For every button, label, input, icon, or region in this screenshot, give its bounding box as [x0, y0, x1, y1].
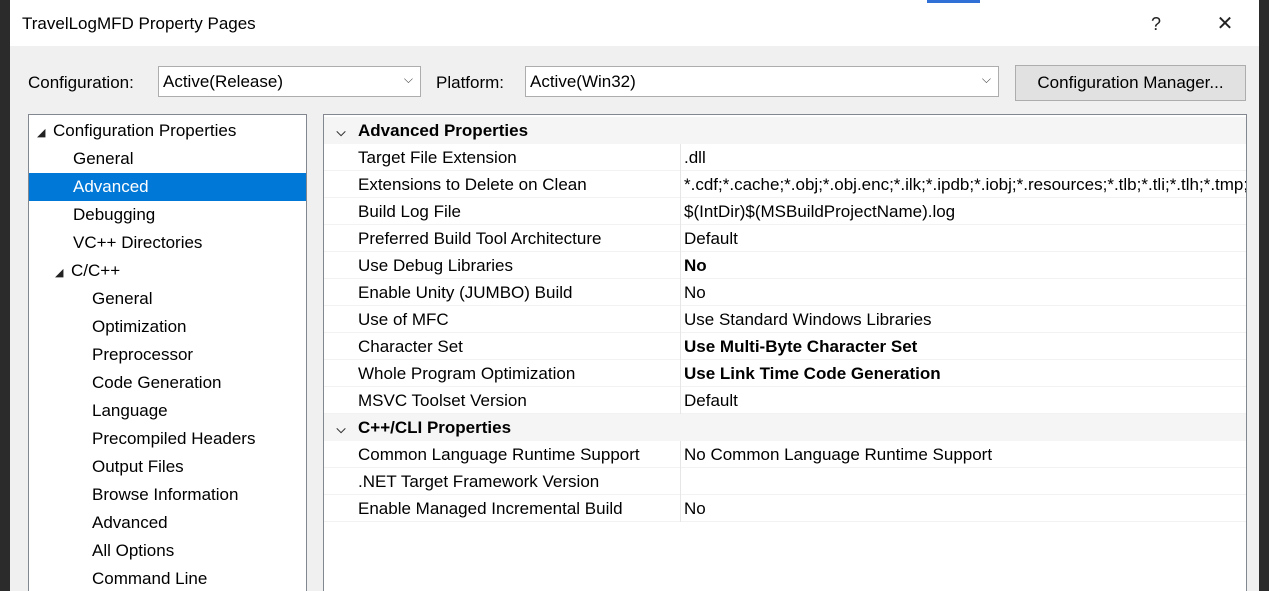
focus-accent-bar	[927, 0, 980, 3]
tree-item-label: Configuration Properties	[53, 121, 237, 140]
property-row[interactable]: Character Set Use Multi-Byte Character Se…	[324, 333, 1246, 360]
tree-item[interactable]: General	[29, 145, 306, 173]
tree-item[interactable]: Language	[29, 397, 306, 425]
tree-item[interactable]: Browse Information	[29, 481, 306, 509]
property-row[interactable]: Enable Managed Incremental Build No	[324, 495, 1246, 522]
property-name: .NET Target Framework Version	[324, 468, 681, 495]
property-pages-dialog: TravelLogMFD Property Pages ? ✕ Configur…	[10, 0, 1259, 591]
property-row[interactable]: Build Log File $(IntDir)$(MSBuildProjectN…	[324, 198, 1246, 225]
expand-triangle-icon[interactable]: ◢	[37, 119, 53, 147]
property-name: Preferred Build Tool Architecture	[324, 225, 681, 252]
tree-item-label: Debugging	[73, 205, 156, 224]
tree-item[interactable]: Debugging	[29, 201, 306, 229]
tree-item-label: Command Line	[92, 569, 208, 588]
property-value[interactable]: Default	[681, 225, 1246, 252]
tree-item-label: All Options	[92, 541, 175, 560]
tree-item-label: VC++ Directories	[73, 233, 203, 252]
property-row[interactable]: Use of MFC Use Standard Windows Libraries	[324, 306, 1246, 333]
property-row[interactable]: Target File Extension .dll	[324, 144, 1246, 171]
category-title: Advanced Properties	[358, 121, 529, 140]
property-name: Whole Program Optimization	[324, 360, 681, 387]
property-name: Enable Managed Incremental Build	[324, 495, 681, 522]
tree-item[interactable]: General	[29, 285, 306, 313]
tree-item-label: Optimization	[92, 317, 187, 336]
property-row[interactable]: Use Debug Libraries No	[324, 252, 1246, 279]
property-row[interactable]: Preferred Build Tool Architecture Default	[324, 225, 1246, 252]
property-name: Use of MFC	[324, 306, 681, 333]
property-tree[interactable]: ◢ Configuration Properties General Advanced…	[28, 114, 307, 591]
collapse-chevron-icon[interactable]: ⌵	[324, 416, 358, 443]
help-icon[interactable]: ?	[1143, 10, 1169, 38]
property-grid[interactable]: ⌵ Advanced Properties Target File Extensio…	[323, 114, 1247, 591]
collapse-chevron-icon[interactable]: ⌵	[324, 119, 358, 146]
tree-item[interactable]: Command Line	[29, 565, 306, 591]
configuration-select[interactable]: Active(Release) ⌵	[158, 66, 421, 97]
property-category[interactable]: ⌵ Advanced Properties	[324, 117, 1246, 146]
property-value[interactable]: No	[681, 252, 1246, 279]
property-value[interactable]: No	[681, 495, 1246, 522]
property-value[interactable]	[681, 468, 1246, 495]
configuration-label: Configuration:	[28, 73, 134, 92]
property-value[interactable]: No	[681, 279, 1246, 306]
property-row[interactable]: Enable Unity (JUMBO) Build No	[324, 279, 1246, 306]
property-row[interactable]: Common Language Runtime Support No Common…	[324, 441, 1246, 468]
property-value[interactable]: Default	[681, 387, 1246, 414]
tree-item[interactable]: Precompiled Headers	[29, 425, 306, 453]
tree-item[interactable]: ◢ C/C++	[29, 257, 306, 285]
tree-item[interactable]: ◢ Configuration Properties	[29, 117, 306, 145]
tree-item-label: Preprocessor	[92, 345, 194, 364]
property-name: MSVC Toolset Version	[324, 387, 681, 414]
property-name: Target File Extension	[324, 144, 681, 171]
property-value[interactable]: Use Multi-Byte Character Set	[681, 333, 1246, 360]
tree-item-label: Code Generation	[92, 373, 222, 392]
chevron-down-icon: ⌵	[981, 72, 991, 86]
tree-item[interactable]: VC++ Directories	[29, 229, 306, 257]
tree-item[interactable]: Advanced	[29, 173, 306, 201]
property-row[interactable]: .NET Target Framework Version	[324, 468, 1246, 495]
property-row[interactable]: MSVC Toolset Version Default	[324, 387, 1246, 414]
tree-item-label: Output Files	[92, 457, 184, 476]
property-name: Common Language Runtime Support	[324, 441, 681, 468]
window-title: TravelLogMFD Property Pages	[22, 14, 256, 33]
close-icon[interactable]: ✕	[1210, 10, 1240, 38]
tree-item[interactable]: All Options	[29, 537, 306, 565]
category-title: C++/CLI Properties	[358, 418, 512, 437]
property-name: Build Log File	[324, 198, 681, 225]
platform-select[interactable]: Active(Win32) ⌵	[525, 66, 999, 97]
property-row[interactable]: Whole Program Optimization Use Link Time …	[324, 360, 1246, 387]
property-name: Extensions to Delete on Clean	[324, 171, 681, 198]
property-category[interactable]: ⌵ C++/CLI Properties	[324, 414, 1246, 443]
tree-item[interactable]: Advanced	[29, 509, 306, 537]
property-value[interactable]: No Common Language Runtime Support	[681, 441, 1246, 468]
property-row[interactable]: Extensions to Delete on Clean *.cdf;*.cac…	[324, 171, 1246, 198]
tree-item-label: C/C++	[71, 261, 121, 280]
property-value[interactable]: *.cdf;*.cache;*.obj;*.obj.enc;*.ilk;*.ip…	[681, 171, 1246, 198]
property-name: Use Debug Libraries	[324, 252, 681, 279]
tree-item[interactable]: Preprocessor	[29, 341, 306, 369]
tree-item[interactable]: Output Files	[29, 453, 306, 481]
property-value[interactable]: $(IntDir)$(MSBuildProjectName).log	[681, 198, 1246, 225]
property-value[interactable]: Use Standard Windows Libraries	[681, 306, 1246, 333]
property-name: Character Set	[324, 333, 681, 360]
tree-item-label: General	[92, 289, 153, 308]
tree-item-label: Advanced	[73, 177, 149, 196]
configuration-value: Active(Release)	[163, 72, 283, 91]
property-value[interactable]: Use Link Time Code Generation	[681, 360, 1246, 387]
platform-value: Active(Win32)	[530, 72, 636, 91]
tree-item-label: Precompiled Headers	[92, 429, 256, 448]
configuration-manager-button[interactable]: Configuration Manager...	[1015, 65, 1246, 101]
tree-item-label: Language	[92, 401, 168, 420]
property-value[interactable]: .dll	[681, 144, 1246, 171]
title-bar: TravelLogMFD Property Pages ? ✕	[10, 0, 1259, 46]
tree-item[interactable]: Code Generation	[29, 369, 306, 397]
tree-item-label: Advanced	[92, 513, 168, 532]
tree-item[interactable]: Optimization	[29, 313, 306, 341]
platform-label: Platform:	[436, 73, 505, 92]
tree-item-label: General	[73, 149, 134, 168]
property-name: Enable Unity (JUMBO) Build	[324, 279, 681, 306]
tree-item-label: Browse Information	[92, 485, 239, 504]
expand-triangle-icon[interactable]: ◢	[55, 259, 71, 287]
chevron-down-icon: ⌵	[403, 72, 413, 86]
